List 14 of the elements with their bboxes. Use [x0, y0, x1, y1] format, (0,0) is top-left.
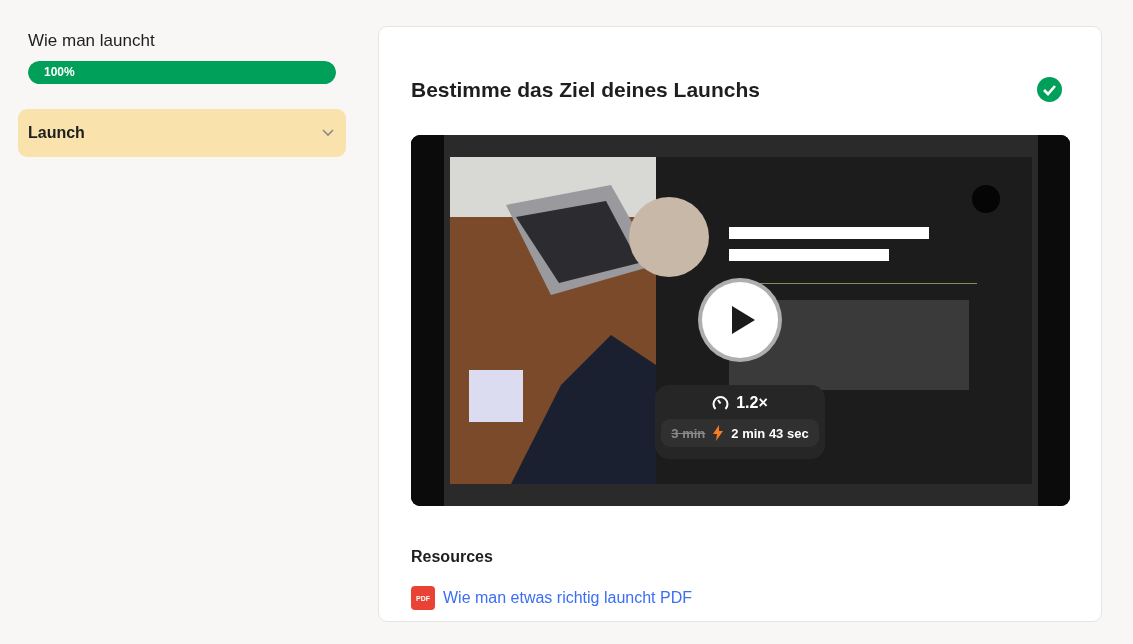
- speed-label: 1.2×: [736, 394, 768, 412]
- gauge-icon: [712, 395, 730, 411]
- lesson-title: Bestimme das Ziel deines Launchs: [411, 77, 760, 102]
- course-title: Wie man launcht: [28, 31, 156, 51]
- chevron-down-icon: [322, 129, 334, 137]
- video-player[interactable]: 1.2× 3 min 2 min 43 sec: [411, 135, 1070, 506]
- new-duration: 2 min 43 sec: [731, 425, 809, 441]
- section-item[interactable]: Launch: [18, 109, 346, 157]
- resources-heading: Resources: [411, 548, 494, 566]
- resource-link[interactable]: Wie man etwas richtig launcht PDF: [443, 589, 692, 607]
- progress-label: 100%: [44, 65, 75, 79]
- original-duration: 3 min: [671, 425, 706, 441]
- play-icon: [730, 305, 756, 335]
- lightning-icon: [713, 425, 724, 441]
